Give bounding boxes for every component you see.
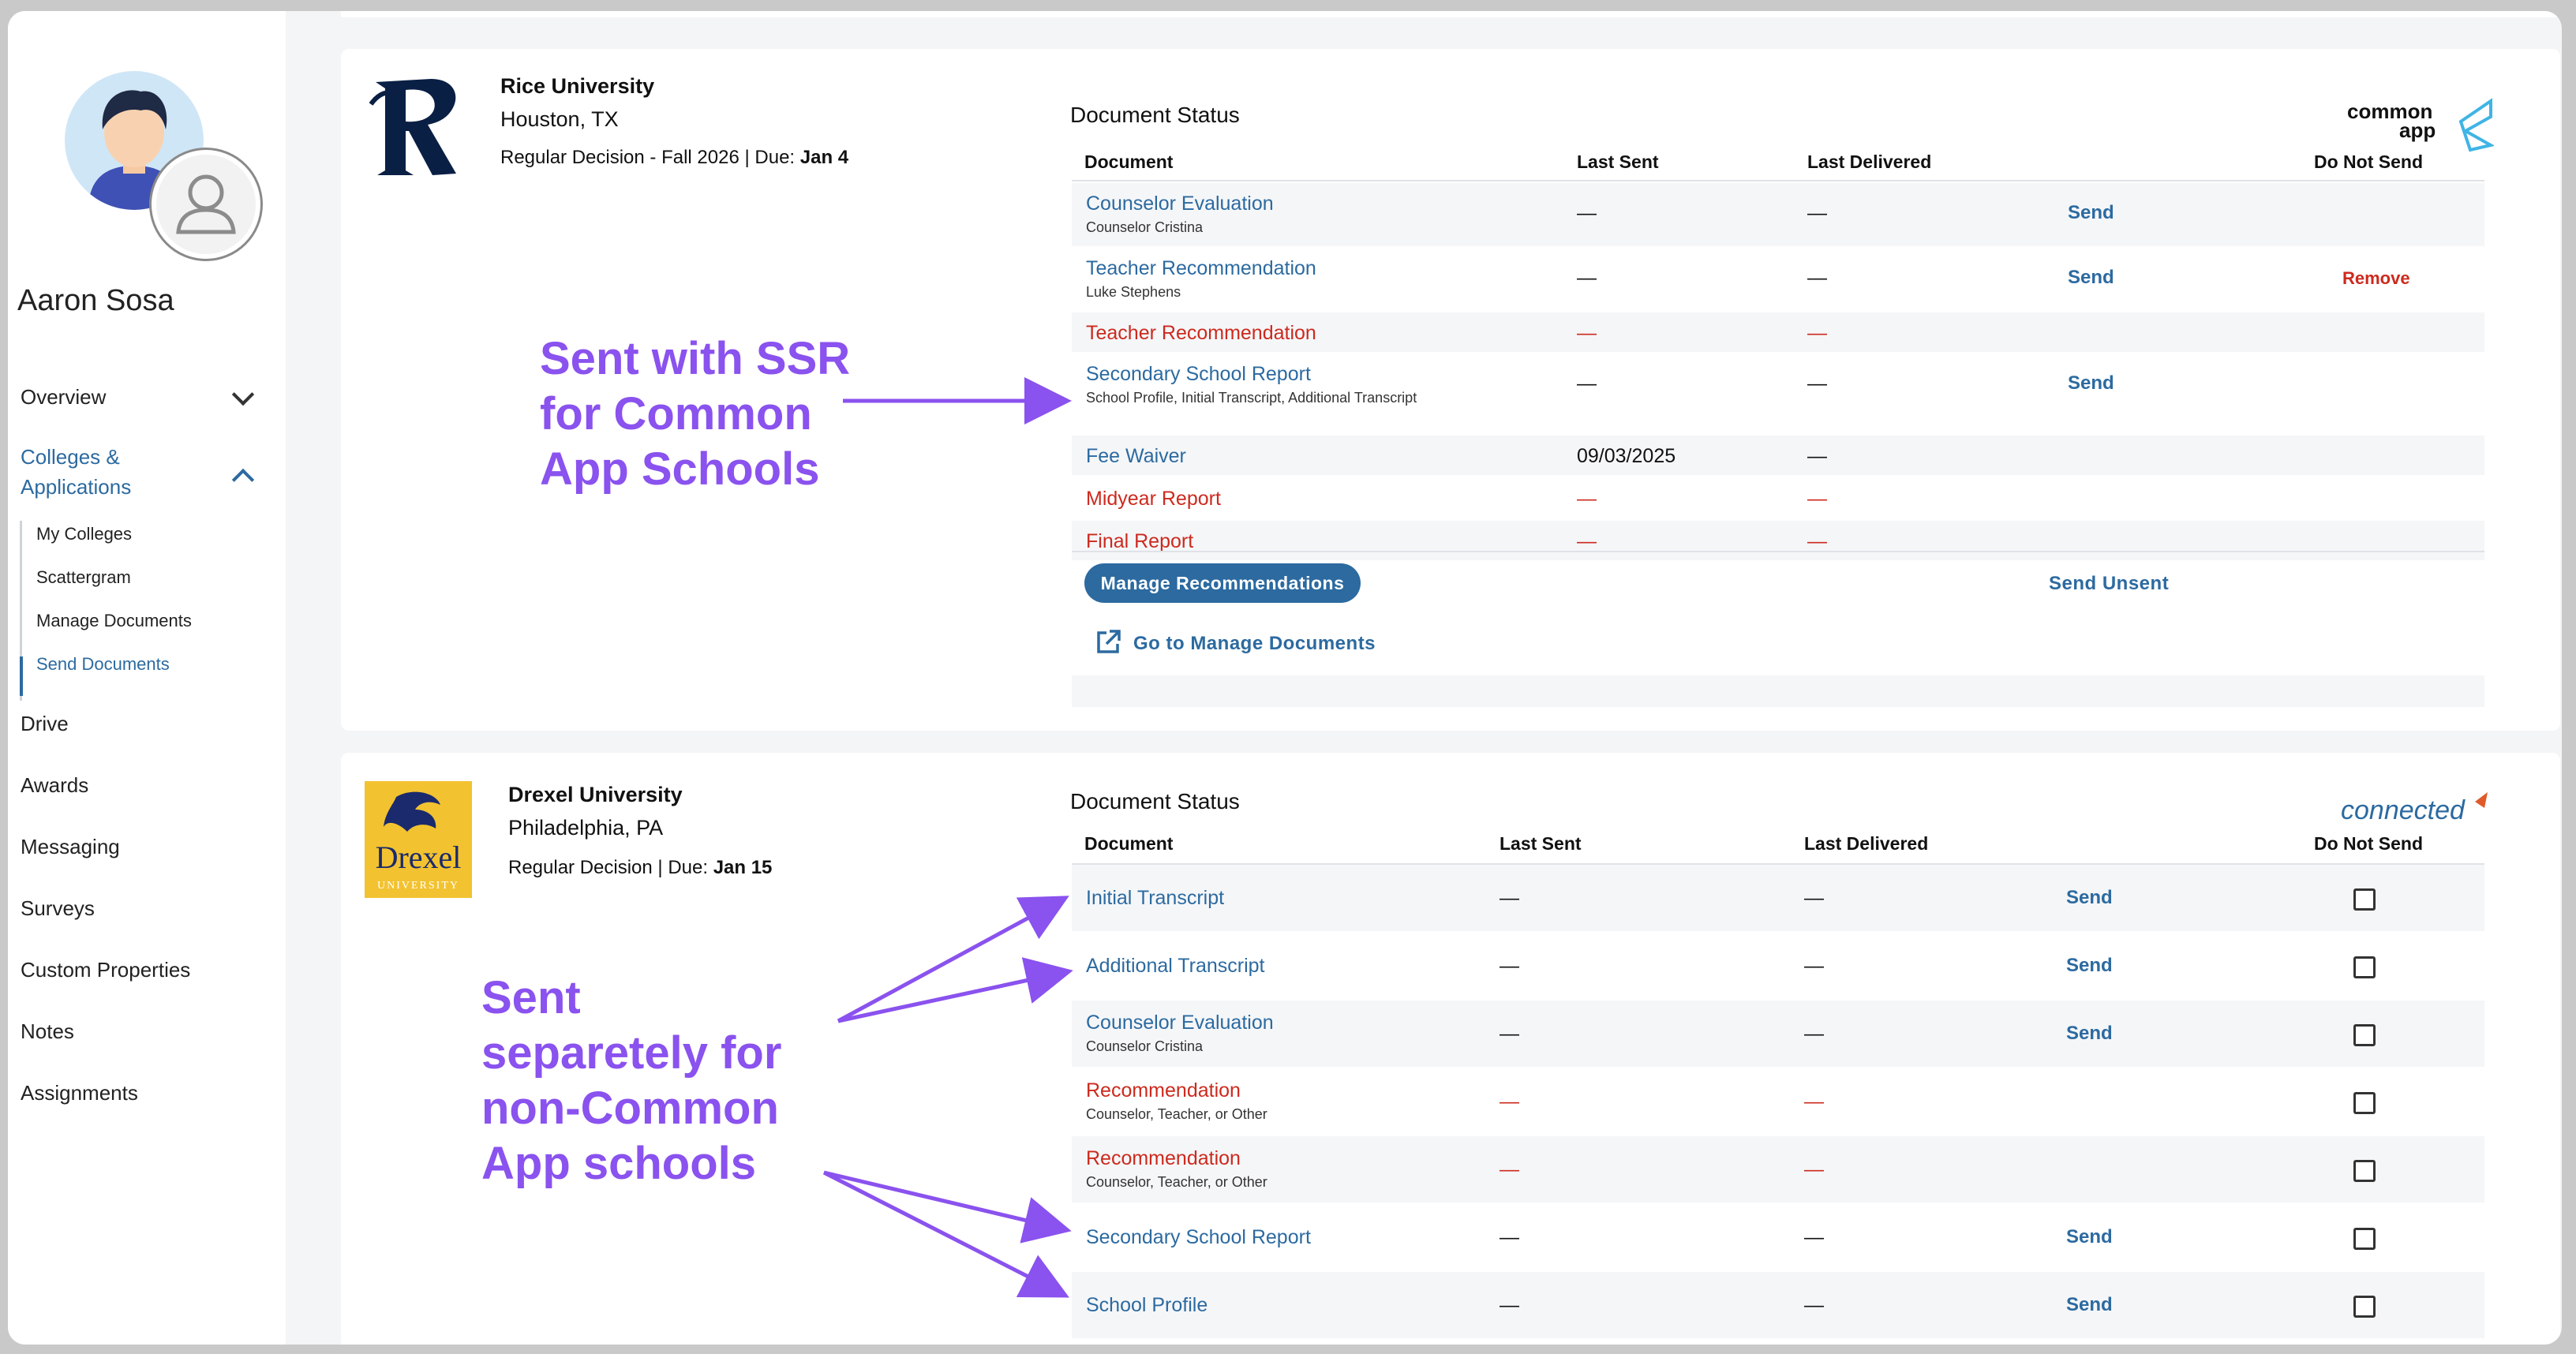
arrow-to-school-profile bbox=[822, 1170, 1069, 1298]
app-window: Aaron Sosa Overview Colleges & Applicati… bbox=[8, 11, 2562, 1345]
arrow-to-initial-transcript bbox=[837, 896, 1069, 1023]
annotation-arrows bbox=[822, 377, 1073, 1298]
arrow-to-additional-transcript bbox=[837, 957, 1073, 1023]
arrow-to-secondary-school-report bbox=[823, 1170, 1072, 1244]
